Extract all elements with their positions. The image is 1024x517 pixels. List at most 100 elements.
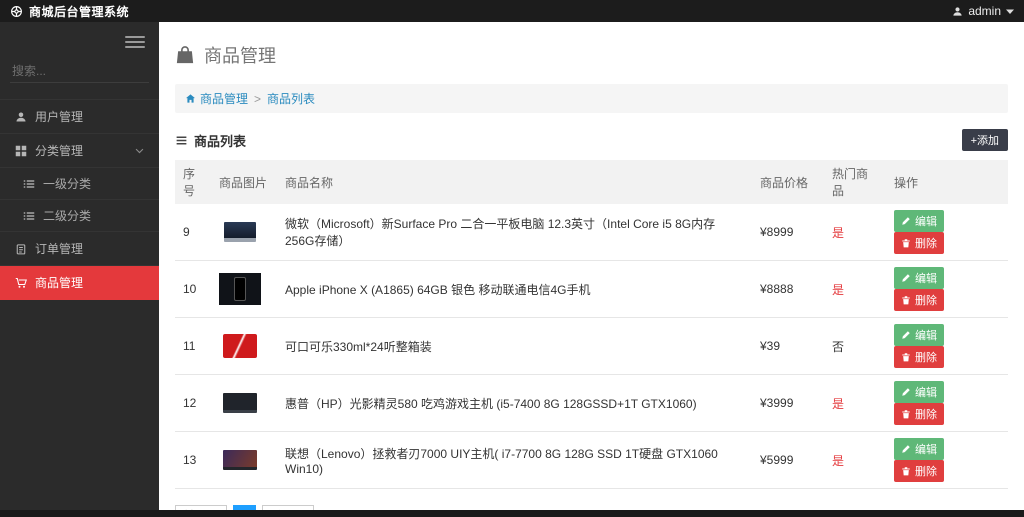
sidebar-menu: 用户管理 分类管理 一级分类 二级分类 订单管理 商品管理 xyxy=(0,99,159,300)
bag-icon xyxy=(175,45,195,65)
hot-flag: 是 xyxy=(824,431,886,489)
bottom-strip xyxy=(0,510,1024,517)
delete-button[interactable]: 删除 xyxy=(894,289,944,311)
edit-icon xyxy=(901,273,911,283)
sidebar-item-label: 订单管理 xyxy=(35,242,84,256)
add-product-button[interactable]: +添加 xyxy=(961,129,1008,151)
sidebar-toggle-button[interactable] xyxy=(125,36,145,48)
sidebar-item-orders[interactable]: 订单管理 xyxy=(0,232,159,266)
sidebar: 用户管理 分类管理 xyxy=(0,22,159,517)
breadcrumb-root-link[interactable]: 商品管理 xyxy=(185,90,248,107)
product-id: 12 xyxy=(175,374,211,432)
product-name: Apple iPhone X (A1865) 64GB 银色 移动联通电信4G手… xyxy=(277,260,752,318)
sidebar-item-label: 二级分类 xyxy=(43,209,92,223)
col-header-price: 商品价格 xyxy=(752,160,824,204)
user-icon xyxy=(952,6,963,17)
col-header-image: 商品图片 xyxy=(211,160,277,204)
list-icon xyxy=(22,209,35,222)
edit-icon xyxy=(901,444,911,454)
sidebar-item-users[interactable]: 用户管理 xyxy=(0,99,159,134)
table-row: 10 Apple iPhone X (A1865) 64GB 银色 移动联通电信… xyxy=(175,260,1008,318)
table-row: 12 惠普（HP）光影精灵580 吃鸡游戏主机 (i5-7400 8G 128G… xyxy=(175,374,1008,432)
product-id: 9 xyxy=(175,204,211,261)
product-name: 可口可乐330ml*24听整箱装 xyxy=(277,317,752,375)
edit-button[interactable]: 编辑 xyxy=(894,381,944,403)
cart-icon xyxy=(14,276,27,289)
product-image xyxy=(219,387,261,419)
sidebar-item-label: 用户管理 xyxy=(35,110,84,124)
trash-icon xyxy=(901,409,911,419)
caret-down-icon xyxy=(1006,7,1014,15)
product-name: 联想（Lenovo）拯救者刃7000 UIY主机( i7-7700 8G 128… xyxy=(277,431,752,489)
list-icon xyxy=(175,134,188,147)
product-name: 微软（Microsoft）新Surface Pro 二合一平板电脑 12.3英寸… xyxy=(277,204,752,261)
user-menu[interactable]: admin xyxy=(952,4,1014,18)
trash-icon xyxy=(901,352,911,362)
sidebar-item-label: 分类管理 xyxy=(35,144,84,158)
hot-flag: 是 xyxy=(824,374,886,432)
col-header-name: 商品名称 xyxy=(277,160,752,204)
sidebar-item-category-level1[interactable]: 一级分类 xyxy=(0,168,159,200)
home-icon xyxy=(185,93,196,104)
edit-button[interactable]: 编辑 xyxy=(894,324,944,346)
product-id: 13 xyxy=(175,431,211,489)
product-image xyxy=(219,273,261,305)
product-name: 惠普（HP）光影精灵580 吃鸡游戏主机 (i5-7400 8G 128GSSD… xyxy=(277,374,752,432)
list-icon xyxy=(22,177,35,190)
breadcrumb: 商品管理 > 商品列表 xyxy=(175,84,1008,113)
user-icon xyxy=(14,110,27,123)
product-id: 11 xyxy=(175,317,211,375)
edit-icon xyxy=(901,387,911,397)
brand: 商城后台管理系统 xyxy=(10,3,129,20)
product-price: ¥8888 xyxy=(752,260,824,318)
hot-flag: 是 xyxy=(824,204,886,261)
table-row: 13 联想（Lenovo）拯救者刃7000 UIY主机( i7-7700 8G … xyxy=(175,431,1008,489)
chevron-down-icon xyxy=(134,145,145,156)
product-price: ¥39 xyxy=(752,317,824,375)
breadcrumb-current-link[interactable]: 商品列表 xyxy=(267,90,315,107)
panel-title: 商品列表 xyxy=(175,131,246,150)
delete-button[interactable]: 删除 xyxy=(894,232,944,254)
edit-button[interactable]: 编辑 xyxy=(894,438,944,460)
category-icon xyxy=(14,144,27,157)
product-price: ¥3999 xyxy=(752,374,824,432)
edit-icon xyxy=(901,216,911,226)
delete-button[interactable]: 删除 xyxy=(894,346,944,368)
logo-icon xyxy=(10,5,23,18)
app-title: 商城后台管理系统 xyxy=(29,4,130,19)
table-row: 9 微软（Microsoft）新Surface Pro 二合一平板电脑 12.3… xyxy=(175,204,1008,261)
sidebar-item-label: 商品管理 xyxy=(35,276,84,290)
product-image xyxy=(219,216,261,248)
edit-button[interactable]: 编辑 xyxy=(894,267,944,289)
panel-title-text: 商品列表 xyxy=(194,133,247,149)
search-input[interactable] xyxy=(10,60,149,83)
sidebar-item-category-level2[interactable]: 二级分类 xyxy=(0,200,159,232)
username: admin xyxy=(968,4,1001,18)
topbar: 商城后台管理系统 admin xyxy=(0,0,1024,22)
sidebar-item-products[interactable]: 商品管理 xyxy=(0,266,159,300)
sidebar-item-categories[interactable]: 分类管理 xyxy=(0,134,159,168)
trash-icon xyxy=(901,295,911,305)
panel-header: 商品列表 +添加 xyxy=(175,129,1008,160)
sidebar-search xyxy=(10,60,149,83)
trash-icon xyxy=(901,466,911,476)
trash-icon xyxy=(901,238,911,248)
edit-button[interactable]: 编辑 xyxy=(894,210,944,232)
table-row: 11 可口可乐330ml*24听整箱装 ¥39 否 编辑 删除 xyxy=(175,317,1008,375)
edit-icon xyxy=(901,330,911,340)
product-id: 10 xyxy=(175,260,211,318)
order-icon xyxy=(14,242,27,255)
product-table: 序号 商品图片 商品名称 商品价格 热门商品 操作 9 微软（Microsoft… xyxy=(175,160,1008,489)
product-image xyxy=(219,330,261,362)
product-image xyxy=(219,444,261,476)
hot-flag: 是 xyxy=(824,260,886,318)
breadcrumb-separator: > xyxy=(254,91,262,106)
delete-button[interactable]: 删除 xyxy=(894,460,944,482)
hot-flag: 否 xyxy=(824,317,886,375)
table-header-row: 序号 商品图片 商品名称 商品价格 热门商品 操作 xyxy=(175,160,1008,204)
col-header-id: 序号 xyxy=(175,160,211,204)
main-content: 商品管理 商品管理 > 商品列表 商品列表 +添加 序号 商品图片 商品名称 商… xyxy=(159,22,1024,517)
delete-button[interactable]: 删除 xyxy=(894,403,944,425)
sidebar-item-label: 一级分类 xyxy=(43,177,92,191)
col-header-hot: 热门商品 xyxy=(824,160,886,204)
